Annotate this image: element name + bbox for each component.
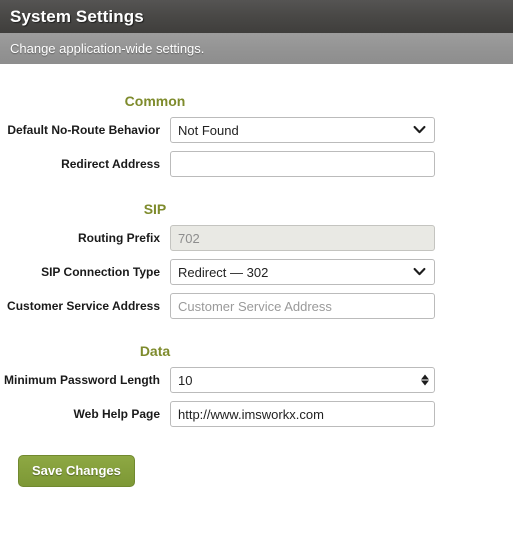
stepper-down-icon[interactable] <box>421 380 429 386</box>
control-sip-connection-type: Redirect — 302 <box>170 259 435 285</box>
page-subtitle: Change application-wide settings. <box>10 41 205 56</box>
control-routing-prefix <box>170 225 435 251</box>
section-heading-common: Common <box>124 93 186 109</box>
section-heading-sip: SIP <box>143 201 167 217</box>
subtitle-bar: Change application-wide settings. <box>0 33 513 65</box>
label-redirect-address: Redirect Address <box>61 156 160 171</box>
label-web-help-page: Web Help Page <box>73 406 160 421</box>
control-default-no-route-behavior: Not Found <box>170 117 435 143</box>
select-default-no-route-behavior[interactable]: Not Found <box>170 117 435 143</box>
control-redirect-address <box>170 151 435 177</box>
control-customer-service-address <box>170 293 435 319</box>
settings-form: Common Default No-Route Behavior Not Fou… <box>0 65 513 487</box>
input-routing-prefix <box>170 225 435 251</box>
control-web-help-page <box>170 401 435 427</box>
input-minimum-password-length[interactable] <box>170 367 435 393</box>
page-title: System Settings <box>10 6 144 26</box>
field-row-routing-prefix: Routing Prefix <box>0 225 513 251</box>
section-heading-data: Data <box>139 343 171 359</box>
label-routing-prefix: Routing Prefix <box>77 230 160 245</box>
number-stepper[interactable] <box>421 374 429 386</box>
form-actions: Save Changes <box>0 435 513 487</box>
input-redirect-address[interactable] <box>170 151 435 177</box>
select-sip-connection-type[interactable]: Redirect — 302 <box>170 259 435 285</box>
label-customer-service-address: Customer Service Address <box>7 298 160 313</box>
field-row-web-help-page: Web Help Page <box>0 401 513 427</box>
label-sip-connection-type: SIP Connection Type <box>41 264 160 279</box>
system-settings-page: System Settings Change application-wide … <box>0 0 513 546</box>
stepper-up-icon[interactable] <box>421 374 429 380</box>
label-minimum-password-length: Minimum Password Length <box>3 372 160 387</box>
input-customer-service-address[interactable] <box>170 293 435 319</box>
field-row-redirect-address: Redirect Address <box>0 151 513 177</box>
input-web-help-page[interactable] <box>170 401 435 427</box>
field-row-default-no-route-behavior: Default No-Route Behavior Not Found <box>0 117 513 143</box>
field-row-minimum-password-length: Minimum Password Length <box>0 367 513 393</box>
title-bar: System Settings <box>0 0 513 33</box>
field-row-sip-connection-type: SIP Connection Type Redirect — 302 <box>0 259 513 285</box>
field-row-customer-service-address: Customer Service Address <box>0 293 513 319</box>
label-default-no-route-behavior: Default No-Route Behavior <box>7 122 160 137</box>
control-minimum-password-length <box>170 367 435 393</box>
save-changes-button[interactable]: Save Changes <box>18 455 135 487</box>
